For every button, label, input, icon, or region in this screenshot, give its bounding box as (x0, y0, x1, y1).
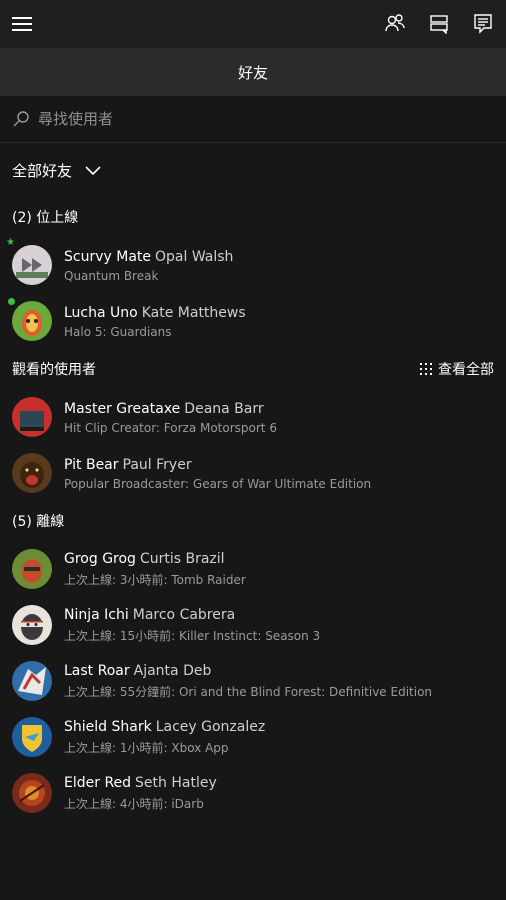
chat-icon[interactable] (428, 12, 450, 34)
friend-info: Last Roar Ajanta Deb 上次上線: 55分鐘前: Ori and… (64, 662, 432, 700)
gamertag: Lucha Uno (64, 304, 138, 321)
gamertag: Shield Shark (64, 719, 152, 735)
avatar (12, 661, 52, 701)
real-name: Curtis Brazil (139, 551, 225, 567)
avatar (12, 245, 52, 285)
top-bar (0, 0, 506, 48)
activity-text: 上次上線: 1小時前: Xbox App (64, 741, 229, 755)
online-status-dot (8, 298, 15, 305)
gamertag: Scurvy Mate (64, 248, 151, 265)
watching-row[interactable]: Master Greataxe Deana Barr Hit Clip Creat… (0, 389, 506, 445)
filter-label: 全部好友 (12, 161, 73, 180)
real-name: Ajanta Deb (133, 663, 212, 679)
avatar (12, 773, 52, 813)
friend-row[interactable]: Last Roar Ajanta Deb 上次上線: 55分鐘前: Ori and… (0, 653, 506, 709)
activity-text: Quantum Break (64, 268, 159, 283)
friend-row[interactable]: Lucha Uno Kate Matthews Halo 5: Guardians (0, 293, 506, 349)
activity-text: Popular Broadcaster: Gears of War Ultima… (64, 476, 372, 491)
friend-row[interactable]: Elder Red Seth Hatley 上次上線: 4小時前: iDarb (0, 765, 506, 821)
activity-text: 上次上線: 3小時前: Tomb Raider (64, 573, 246, 587)
activity-text: Halo 5: Guardians (64, 324, 172, 339)
offline-section-header: (5) 離線 (0, 501, 506, 541)
real-name: Deana Barr (184, 400, 264, 417)
chevron-down-icon (85, 166, 101, 176)
friend-info: Pit Bear Paul Fryer Popular Broadcaster: … (64, 456, 371, 491)
activity-text: 上次上線: 55分鐘前: Ori and the Blind Forest: D… (64, 685, 433, 699)
search-bar (0, 96, 506, 143)
friend-row[interactable]: Grog Grog Curtis Brazil 上次上線: 3小時前: Tomb … (0, 541, 506, 597)
gamertag: Grog Grog (64, 551, 136, 567)
activity-text: 上次上線: 15小時前: Killer Instinct: Season 3 (64, 629, 321, 643)
friend-info: Elder Red Seth Hatley 上次上線: 4小時前: iDarb (64, 774, 217, 812)
gamertag: Last Roar (64, 663, 130, 679)
page-title-bar: 好友 (0, 48, 506, 96)
people-icon[interactable] (384, 12, 406, 34)
avatar (12, 397, 52, 437)
avatar (12, 605, 52, 645)
real-name: Marco Cabrera (132, 607, 236, 623)
friend-row[interactable]: ★ Scurvy Mate Opal Walsh Quantum Break (0, 237, 506, 293)
gamertag: Ninja Ichi (64, 607, 129, 623)
top-icons (384, 12, 494, 34)
friend-row[interactable]: Shield Shark Lacey Gonzalez 上次上線: 1小時前: X… (0, 709, 506, 765)
avatar (12, 549, 52, 589)
friends-filter-dropdown[interactable]: 全部好友 (0, 143, 506, 197)
friend-row[interactable]: Ninja Ichi Marco Cabrera 上次上線: 15小時前: Kil… (0, 597, 506, 653)
avatar (12, 717, 52, 757)
avatar (12, 453, 52, 493)
real-name: Opal Walsh (155, 248, 234, 265)
watching-section-title: 觀看的使用者 (12, 362, 96, 378)
activity-text: Hit Clip Creator: Forza Motorsport 6 (64, 420, 277, 435)
watching-row[interactable]: Pit Bear Paul Fryer Popular Broadcaster: … (0, 445, 506, 501)
hamburger-menu-icon[interactable] (12, 17, 32, 31)
online-section-header: (2) 位上線 (0, 197, 506, 237)
search-input[interactable] (30, 109, 480, 129)
favorite-online-star-icon: ★ (6, 237, 15, 248)
view-all-label: 查看全部 (438, 362, 494, 378)
gamertag: Pit Bear (64, 456, 119, 473)
gamertag: Elder Red (64, 775, 132, 791)
real-name: Kate Matthews (141, 304, 246, 321)
friend-info: Ninja Ichi Marco Cabrera 上次上線: 15小時前: Kil… (64, 606, 320, 644)
message-icon[interactable] (472, 12, 494, 34)
real-name: Seth Hatley (135, 775, 217, 791)
friend-info: Shield Shark Lacey Gonzalez 上次上線: 1小時前: X… (64, 718, 265, 756)
friend-info: Grog Grog Curtis Brazil 上次上線: 3小時前: Tomb … (64, 550, 246, 588)
real-name: Paul Fryer (122, 456, 192, 473)
friend-info: Scurvy Mate Opal Walsh Quantum Break (64, 248, 233, 283)
search-icon (13, 111, 29, 127)
offline-section-title: (5) 離線 (12, 514, 65, 530)
online-section-title: (2) 位上線 (12, 210, 79, 226)
avatar (12, 301, 52, 341)
view-all-button[interactable]: 查看全部 (420, 359, 494, 379)
friend-info: Lucha Uno Kate Matthews Halo 5: Guardians (64, 304, 246, 339)
gamertag: Master Greataxe (64, 400, 181, 417)
friend-info: Master Greataxe Deana Barr Hit Clip Creat… (64, 400, 277, 435)
grid-icon (420, 363, 432, 375)
watching-section-header: 觀看的使用者 查看全部 (0, 349, 506, 389)
real-name: Lacey Gonzalez (155, 719, 266, 735)
page-title: 好友 (237, 63, 268, 82)
activity-text: 上次上線: 4小時前: iDarb (64, 797, 204, 811)
